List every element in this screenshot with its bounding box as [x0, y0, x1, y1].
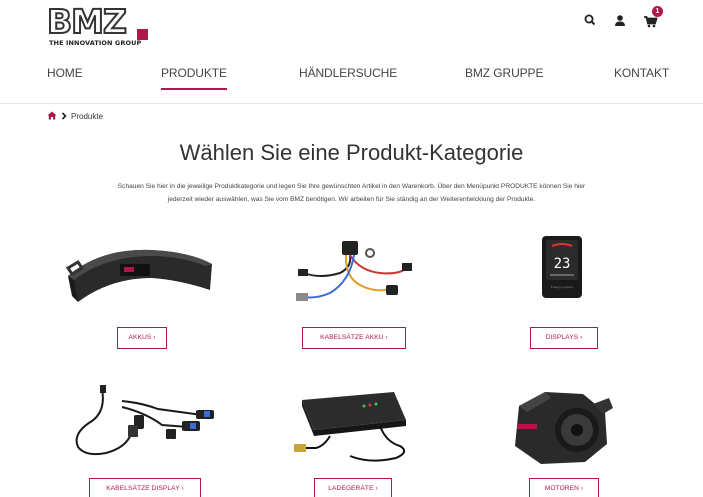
search-icon[interactable]: [583, 10, 599, 30]
ladegeraete-image[interactable]: [290, 386, 415, 473]
logo-tagline: THE INNOVATION GROUP: [49, 39, 142, 47]
intro-line-1: Schauen Sie hier in die jeweilige Produk…: [117, 183, 586, 190]
header-icons: 1: [583, 6, 663, 30]
breadcrumb-separator-icon: [61, 111, 67, 122]
svg-text:23: 23: [554, 256, 571, 272]
main-nav: HOME PRODUKTE HÄNDLERSUCHE BMZ GRUPPE KO…: [0, 66, 703, 96]
ladegeraete-button[interactable]: LADEGERÄTE ›: [314, 478, 392, 497]
motoren-button[interactable]: MOTOREN ›: [529, 478, 599, 497]
displays-image[interactable]: 23 Energy system: [538, 234, 586, 305]
cart-icon[interactable]: 1: [643, 6, 663, 30]
user-icon[interactable]: [613, 10, 629, 30]
site-header: BMZ THE INNOVATION GROUP 1 HOME PRODUKTE…: [0, 0, 703, 104]
akkus-button[interactable]: AKKUS ›: [117, 327, 167, 349]
page-title: Wählen Sie eine Produkt-Kategorie: [179, 140, 524, 165]
displays-button[interactable]: DISPLAYS ›: [530, 327, 598, 349]
svg-text:Energy system: Energy system: [551, 285, 573, 289]
kabelsaetze-display-image[interactable]: [62, 381, 222, 468]
intro-line-2: jederzeit wieder auswählen, was Sie vom …: [167, 196, 536, 203]
logo-wordmark: BMZ: [46, 2, 128, 42]
nav-haendlersuche[interactable]: HÄNDLERSUCHE: [299, 66, 397, 80]
nav-produkte[interactable]: PRODUKTE: [161, 66, 227, 90]
breadcrumb-current: Produkte: [71, 112, 104, 121]
kabelsaetze-display-button[interactable]: KABELSÄTZE DISPLAY ›: [89, 478, 201, 497]
nav-home[interactable]: HOME: [47, 66, 83, 80]
nav-bmz-gruppe[interactable]: BMZ GRUPPE: [465, 66, 543, 80]
home-icon[interactable]: [47, 111, 57, 122]
akkus-image[interactable]: [60, 228, 220, 315]
kabelsaetze-akku-image[interactable]: [290, 237, 415, 312]
breadcrumb: Produkte: [47, 111, 103, 122]
page-intro: Schauen Sie hier in die jeweilige Produk…: [80, 180, 623, 206]
nav-kontakt[interactable]: KONTAKT: [614, 66, 669, 80]
bmz-logo[interactable]: BMZ THE INNOVATION GROUP: [46, 2, 148, 47]
motoren-image[interactable]: [505, 384, 617, 473]
kabelsaetze-akku-button[interactable]: KABELSÄTZE AKKU ›: [302, 327, 406, 349]
cart-count-badge: 1: [652, 6, 663, 17]
